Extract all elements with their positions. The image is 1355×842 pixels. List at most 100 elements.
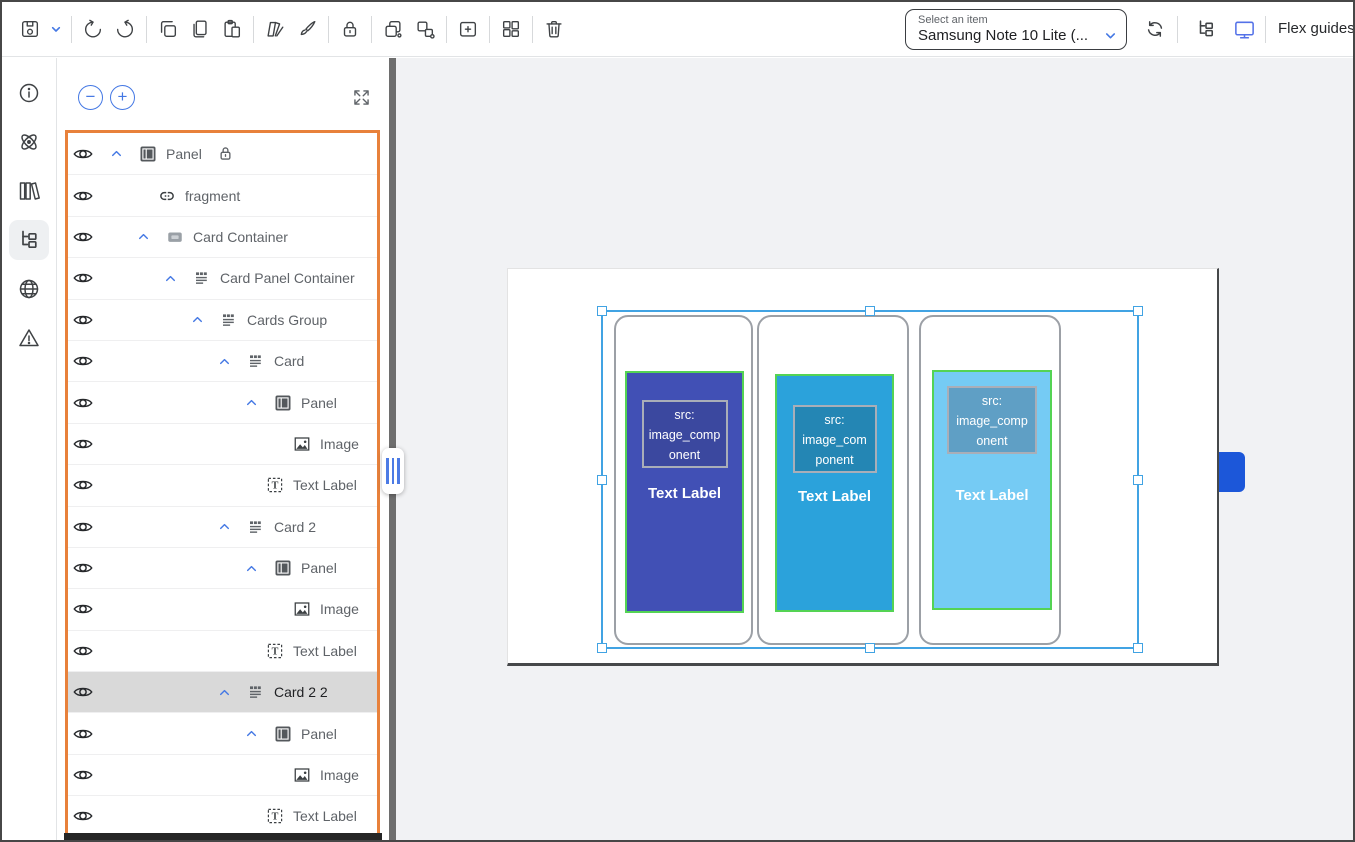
paste-button[interactable]	[216, 12, 248, 46]
visibility-eye-icon[interactable]	[72, 143, 94, 165]
save-menu-chevron-icon[interactable]	[46, 12, 66, 46]
image-placeholder[interactable]: src: image_component	[947, 386, 1037, 454]
lock-button[interactable]	[334, 12, 366, 46]
tree-row-text-label[interactable]: Text Label	[68, 630, 377, 671]
chevron-up-icon[interactable]	[137, 230, 150, 243]
canvas-card-card[interactable]: src: image_component Text Label	[614, 315, 753, 645]
redo-button[interactable]	[109, 12, 141, 46]
sidebar-item-atom[interactable]	[9, 122, 49, 162]
chevron-up-icon[interactable]	[245, 727, 258, 740]
card-panel[interactable]: src: image_component Text Label	[932, 370, 1052, 610]
canvas-card-card-2-2[interactable]: src: image_component Text Label	[919, 315, 1061, 645]
visibility-eye-icon[interactable]	[72, 764, 94, 786]
tree-row-image[interactable]: Image	[68, 423, 377, 464]
tree-row-card-2-2[interactable]: Card 2 2	[68, 671, 377, 712]
artboard[interactable]: src: image_component Text Label src: ima…	[507, 268, 1219, 666]
visibility-eye-icon[interactable]	[72, 598, 94, 620]
device-selector[interactable]: Select an item Samsung Note 10 Lite (...	[905, 9, 1127, 50]
sidebar-item-widget-tree[interactable]	[9, 220, 49, 260]
tree-expand-button[interactable]	[351, 87, 372, 108]
chevron-up-icon[interactable]	[191, 313, 204, 326]
sidebar-item-library[interactable]	[9, 171, 49, 211]
tree-row-card[interactable]: Card	[68, 340, 377, 381]
visibility-eye-icon[interactable]	[72, 433, 94, 455]
visibility-eye-icon[interactable]	[72, 185, 94, 207]
tree-horizontal-scrollbar[interactable]	[64, 833, 382, 840]
tree-row-panel[interactable]: Panel	[68, 133, 377, 174]
visibility-eye-icon[interactable]	[72, 681, 94, 703]
selection-handle-e[interactable]	[1133, 475, 1143, 485]
chevron-up-icon[interactable]	[164, 272, 177, 285]
tree-row-panel[interactable]: Panel	[68, 712, 377, 753]
components-button[interactable]	[495, 12, 527, 46]
visibility-eye-icon[interactable]	[72, 474, 94, 496]
ungroup-button[interactable]	[409, 12, 441, 46]
chevron-up-icon[interactable]	[110, 147, 123, 160]
tree-zoom-out-button[interactable]: −	[78, 85, 103, 110]
sidebar-item-warnings[interactable]	[9, 318, 49, 358]
chevron-up-icon[interactable]	[245, 562, 258, 575]
tree-row-fragment[interactable]: fragment	[68, 174, 377, 215]
duplicate-page-button[interactable]	[184, 12, 216, 46]
visibility-eye-icon[interactable]	[72, 267, 94, 289]
visibility-eye-icon[interactable]	[72, 557, 94, 579]
visibility-eye-icon[interactable]	[72, 805, 94, 827]
splitter-drag-handle[interactable]	[382, 448, 404, 494]
design-canvas[interactable]: src: image_component Text Label src: ima…	[396, 58, 1353, 840]
warning-icon	[17, 326, 41, 350]
new-container-button[interactable]	[452, 12, 484, 46]
tree-row-panel[interactable]: Panel	[68, 381, 377, 422]
selection-handle-nw[interactable]	[597, 306, 607, 316]
chevron-up-icon[interactable]	[245, 396, 258, 409]
undo-button[interactable]	[77, 12, 109, 46]
theme-swatches-button[interactable]	[259, 12, 291, 46]
tree-row-text-label[interactable]: Text Label	[68, 464, 377, 505]
chevron-up-icon[interactable]	[218, 686, 231, 699]
refresh-button[interactable]	[1139, 13, 1171, 45]
visibility-eye-icon[interactable]	[72, 392, 94, 414]
canvas-card-card-2[interactable]: src: image_component Text Label	[757, 315, 909, 645]
copy-button[interactable]	[152, 12, 184, 46]
visibility-eye-icon[interactable]	[72, 350, 94, 372]
selection-handle-ne[interactable]	[1133, 306, 1143, 316]
card-text-label[interactable]: Text Label	[777, 488, 892, 505]
sidebar-item-info[interactable]	[9, 73, 49, 113]
selection-handle-w[interactable]	[597, 475, 607, 485]
save-button[interactable]	[14, 12, 46, 46]
chevron-up-icon[interactable]	[218, 520, 231, 533]
visibility-eye-icon[interactable]	[72, 226, 94, 248]
tree-row-card-container[interactable]: Card Container	[68, 216, 377, 257]
tree-row-text-label[interactable]: Text Label	[68, 795, 377, 836]
device-preview-button[interactable]	[1228, 13, 1260, 45]
selection-handle-sw[interactable]	[597, 643, 607, 653]
tree-row-panel[interactable]: Panel	[68, 547, 377, 588]
tree-row-image[interactable]: Image	[68, 754, 377, 795]
selection-handle-se[interactable]	[1133, 643, 1143, 653]
visibility-eye-icon[interactable]	[72, 723, 94, 745]
visibility-eye-icon[interactable]	[72, 640, 94, 662]
style-brush-button[interactable]	[291, 12, 323, 46]
canvas-side-tab[interactable]	[1219, 452, 1245, 492]
delete-button[interactable]	[538, 12, 570, 46]
tree-row-label: Text Label	[293, 808, 357, 824]
tree-row-image[interactable]: Image	[68, 588, 377, 629]
selection-handle-s[interactable]	[865, 643, 875, 653]
image-placeholder[interactable]: src: image_component	[642, 400, 728, 468]
tree-row-card-panel-container[interactable]: Card Panel Container	[68, 257, 377, 298]
image-placeholder[interactable]: src: image_component	[793, 405, 877, 473]
visibility-eye-icon[interactable]	[72, 309, 94, 331]
group-button[interactable]	[377, 12, 409, 46]
tree-indent	[94, 526, 218, 527]
card-text-label[interactable]: Text Label	[627, 485, 742, 502]
sidebar-item-globe[interactable]	[9, 269, 49, 309]
card-text-label[interactable]: Text Label	[934, 487, 1050, 504]
chevron-up-icon[interactable]	[218, 355, 231, 368]
tree-row-cards-group[interactable]: Cards Group	[68, 299, 377, 340]
tree-zoom-in-button[interactable]: +	[110, 85, 135, 110]
selection-handle-n[interactable]	[865, 306, 875, 316]
tree-row-card-2[interactable]: Card 2	[68, 506, 377, 547]
card-panel[interactable]: src: image_component Text Label	[775, 374, 894, 612]
card-panel[interactable]: src: image_component Text Label	[625, 371, 744, 613]
widget-tree-button[interactable]	[1190, 13, 1222, 45]
visibility-eye-icon[interactable]	[72, 516, 94, 538]
